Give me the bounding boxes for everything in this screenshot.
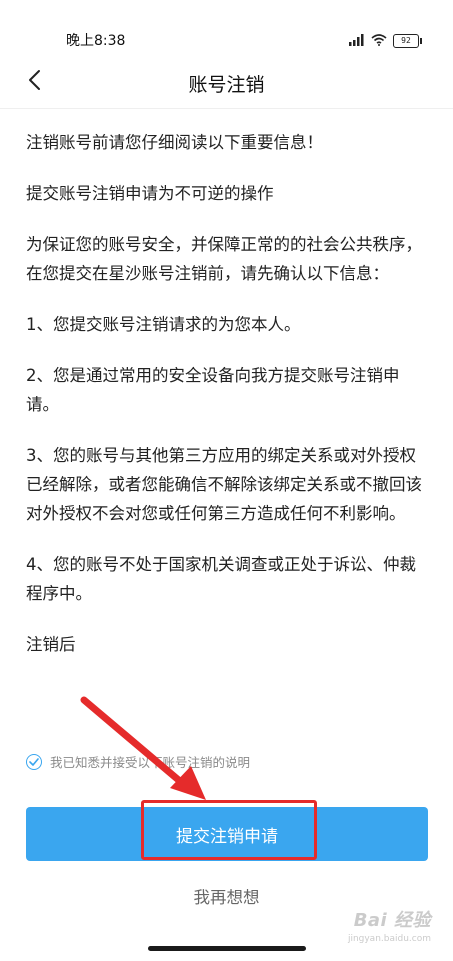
watermark-logo: Bai 经验 — [353, 910, 431, 931]
status-time: 晚上8:38 — [66, 33, 126, 49]
notice-paragraph: 为保证您的账号安全，并保障正常的的社会公共秩序，在您提交在星沙账号注销前，请先确… — [26, 235, 422, 283]
highlight-box — [141, 800, 317, 860]
page-title: 账号注销 — [188, 74, 265, 96]
watermark: Bai 经验 jingyan.baidu.com — [348, 906, 431, 944]
notice-paragraph: 3、您的账号与其他第三方应用的绑定关系或对外授权已经解除，或者您能确信不解除该绑… — [26, 446, 422, 523]
status-bar: 晚上8:38 92 — [0, 0, 453, 56]
agreement-label: 我已知悉并接受以下账号注销的说明 — [50, 755, 251, 770]
battery-icon: 92 — [393, 33, 422, 48]
cancel-button[interactable]: 我再想想 — [0, 884, 453, 908]
signal-icon — [349, 31, 365, 50]
agreement-checkbox[interactable]: 我已知悉并接受以下账号注销的说明 — [26, 752, 250, 771]
account-deletion-page: 晚上8:38 92 账号注销 注销账号前请您仔细阅读以下重要信息！ 提交账号注销… — [0, 0, 453, 961]
check-circle-icon[interactable] — [26, 753, 42, 770]
wifi-icon — [371, 31, 387, 50]
home-indicator[interactable] — [148, 946, 306, 951]
notice-paragraph: 4、您的账号不处于国家机关调查或正处于诉讼、仲裁程序中。 — [26, 555, 416, 603]
nav-bar: 账号注销 — [0, 56, 453, 109]
notice-paragraph: 1、您提交账号注销请求的为您本人。 — [26, 315, 301, 334]
notice-content: 注销账号前请您仔细阅读以下重要信息！ 提交账号注销申请为不可逆的操作 为保证您的… — [26, 128, 426, 681]
notice-paragraph: 2、您是通过常用的安全设备向我方提交账号注销申请。 — [26, 366, 400, 414]
status-icons: 92 — [349, 31, 422, 50]
watermark-url: jingyan.baidu.com — [347, 934, 431, 944]
notice-paragraph: 注销后 — [26, 635, 76, 654]
notice-paragraph: 注销账号前请您仔细阅读以下重要信息！ — [26, 133, 323, 152]
notice-paragraph: 提交账号注销申请为不可逆的操作 — [26, 184, 274, 203]
